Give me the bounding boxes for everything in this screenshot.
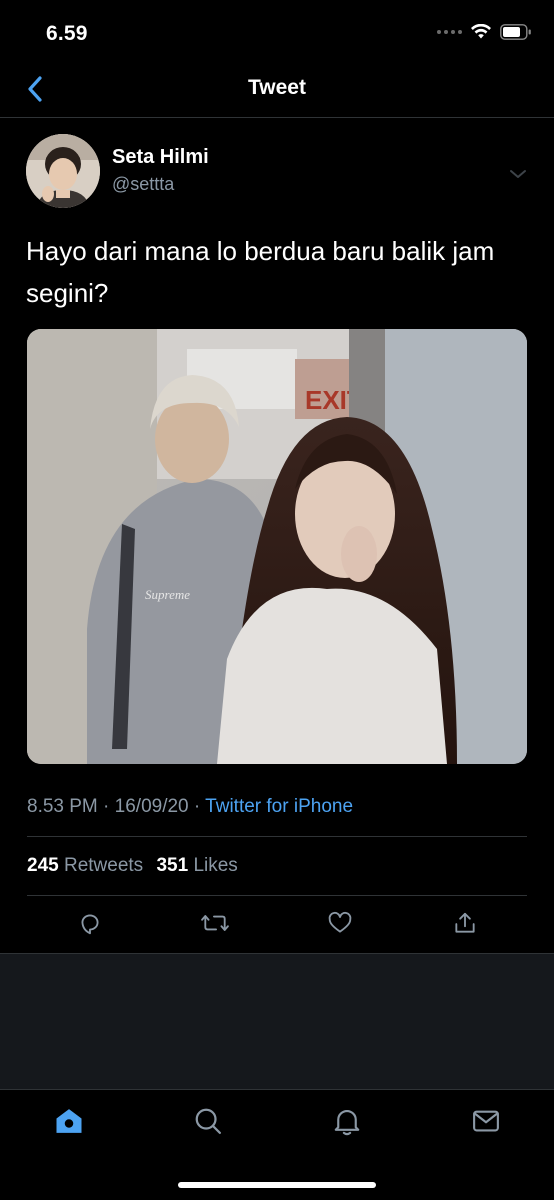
mail-icon	[473, 1110, 499, 1132]
tweet-date: 16/09/20	[114, 796, 189, 817]
tweet-time: 8.53 PM	[27, 796, 98, 817]
nav-bar: Tweet	[0, 66, 554, 118]
tab-messages[interactable]	[469, 1104, 503, 1138]
photo-image: EXIT Supreme	[27, 329, 527, 764]
status-bar: 6.59	[0, 0, 554, 66]
more-options-button[interactable]	[506, 162, 530, 186]
heart-icon	[328, 911, 352, 933]
battery-icon	[500, 24, 531, 40]
like-button[interactable]	[325, 908, 355, 938]
retweet-icon	[201, 915, 229, 931]
tweet-source-link[interactable]: Twitter for iPhone	[205, 796, 353, 817]
tab-home[interactable]	[52, 1104, 86, 1138]
author-name[interactable]: Seta Hilmi	[112, 146, 209, 169]
likes-count[interactable]: 351 Likes	[156, 855, 245, 876]
status-icons	[437, 24, 532, 40]
status-time: 6.59	[46, 22, 88, 45]
wifi-icon	[471, 24, 491, 39]
share-icon	[455, 912, 475, 933]
reply-button[interactable]	[75, 908, 105, 938]
home-indicator[interactable]	[178, 1182, 376, 1188]
share-button[interactable]	[450, 908, 480, 938]
tweet-photo[interactable]: EXIT Supreme	[27, 329, 527, 764]
avatar-photo	[26, 134, 100, 208]
retweet-button[interactable]	[200, 908, 230, 938]
tweet-text: Hayo dari mana lo berdua baru balik jam …	[26, 236, 495, 308]
divider	[27, 895, 527, 896]
tweet-stats: 245 Retweets 351 Likes	[27, 855, 246, 877]
reply-icon	[81, 914, 99, 935]
tab-notifications[interactable]	[330, 1104, 364, 1138]
tweet-actions	[0, 908, 554, 944]
search-icon	[195, 1108, 221, 1134]
chevron-down-icon	[510, 170, 526, 178]
retweets-count[interactable]: 245 Retweets	[27, 855, 151, 876]
divider	[27, 836, 527, 837]
tweet-meta: 8.53 PM · 16/09/20 · Twitter for iPhone	[27, 796, 354, 817]
author-handle[interactable]: @settta	[112, 174, 174, 195]
avatar[interactable]	[26, 134, 100, 208]
page-title: Tweet	[248, 76, 306, 99]
bell-icon	[334, 1109, 360, 1136]
home-icon	[56, 1109, 82, 1133]
signal-icon	[437, 30, 462, 34]
replies-area	[0, 953, 554, 1089]
tab-search[interactable]	[191, 1104, 225, 1138]
